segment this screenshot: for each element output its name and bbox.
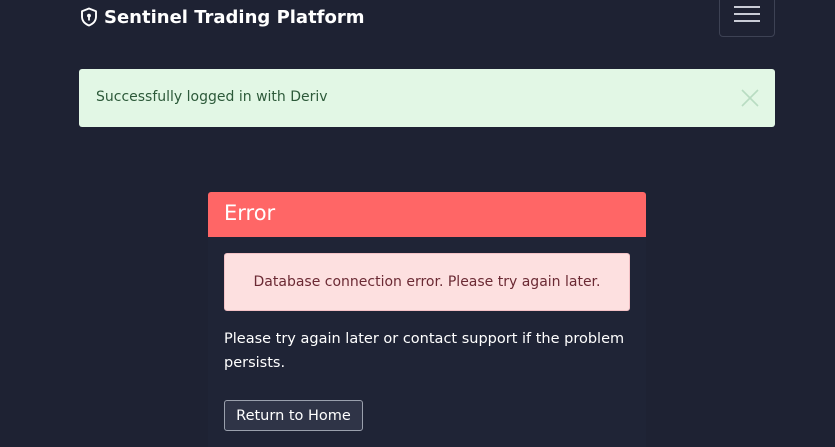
shield-icon [79,7,99,27]
error-alert: Database connection error. Please try ag… [224,253,630,311]
error-title: Error [224,201,276,225]
success-alert: Successfully logged in with Deriv [79,69,775,127]
error-alert-message: Database connection error. Please try ag… [253,274,601,290]
navbar: Sentinel Trading Platform [0,0,835,50]
error-card-header: Error [208,192,646,237]
hamburger-menu-icon [733,3,761,29]
error-card: Error Database connection error. Please … [208,192,646,447]
success-alert-message: Successfully logged in with Deriv [96,89,328,105]
brand-link[interactable]: Sentinel Trading Platform [79,5,365,29]
error-help-text: Please try again later or contact suppor… [224,331,625,371]
brand-text: Sentinel Trading Platform [104,6,365,28]
close-icon[interactable] [739,87,761,109]
return-to-home-button[interactable]: Return to Home [224,400,363,431]
navbar-toggler-button[interactable] [719,0,775,37]
